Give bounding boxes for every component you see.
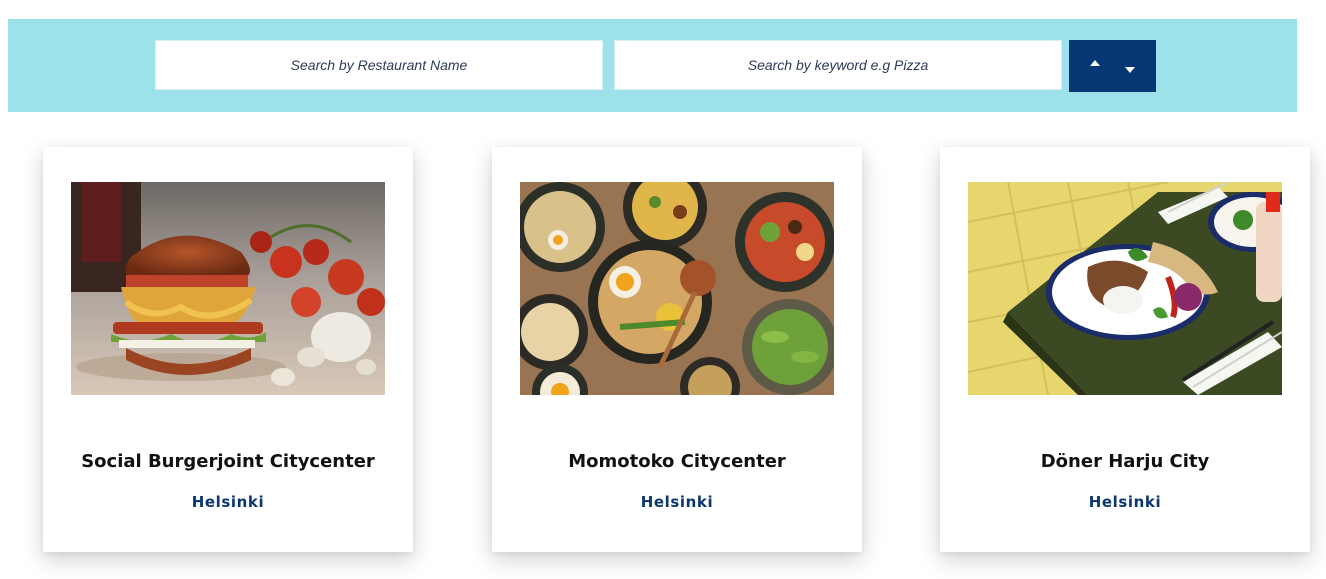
restaurant-image[interactable] bbox=[71, 182, 385, 395]
restaurant-name[interactable]: Döner Harju City bbox=[940, 451, 1310, 472]
caret-up-icon bbox=[1089, 60, 1100, 66]
restaurant-card[interactable]: Social Burgerjoint Citycenter Helsinki bbox=[43, 147, 413, 552]
keyword-search-input[interactable] bbox=[614, 40, 1062, 90]
search-bar bbox=[8, 19, 1297, 112]
restaurant-card[interactable]: Döner Harju City Helsinki bbox=[940, 147, 1310, 552]
restaurant-city: Helsinki bbox=[640, 493, 714, 511]
restaurant-image[interactable] bbox=[968, 182, 1282, 395]
caret-down-icon bbox=[1125, 67, 1136, 73]
sort-controls bbox=[1069, 40, 1156, 92]
restaurant-name-search-input[interactable] bbox=[155, 40, 603, 90]
restaurant-city: Helsinki bbox=[1088, 493, 1162, 511]
restaurant-name[interactable]: Momotoko Citycenter bbox=[492, 451, 862, 472]
burger-photo bbox=[71, 182, 385, 395]
doner-plate-photo bbox=[968, 182, 1282, 395]
ramen-bowls-photo bbox=[520, 182, 834, 395]
restaurant-card[interactable]: Momotoko Citycenter Helsinki bbox=[492, 147, 862, 552]
restaurant-name[interactable]: Social Burgerjoint Citycenter bbox=[43, 451, 413, 472]
sort-descending-button[interactable] bbox=[1118, 58, 1142, 82]
restaurant-image[interactable] bbox=[520, 182, 834, 395]
sort-ascending-button[interactable] bbox=[1083, 51, 1107, 75]
restaurant-city: Helsinki bbox=[191, 493, 265, 511]
